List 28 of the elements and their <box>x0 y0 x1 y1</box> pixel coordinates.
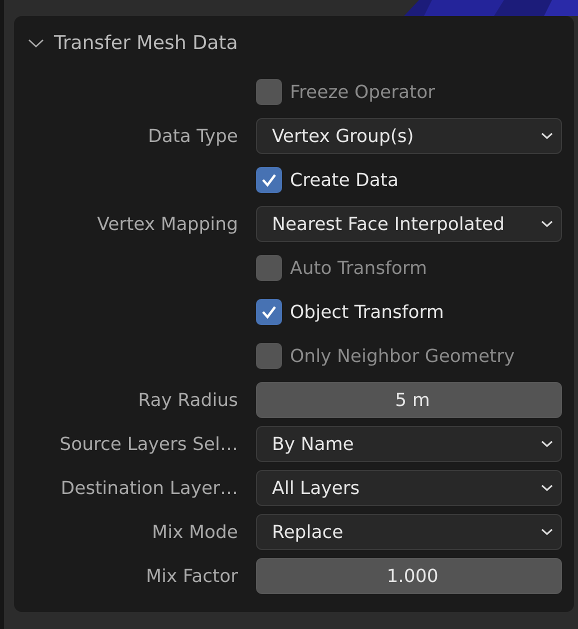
dropdown[interactable]: By Name <box>256 426 562 462</box>
chevron-down-icon <box>541 484 553 492</box>
field-label: Mix Mode <box>151 522 238 542</box>
dropdown[interactable]: Vertex Group(s) <box>256 118 562 154</box>
field-label: Mix Factor <box>144 566 238 586</box>
field-label: Vertex Mapping <box>96 214 238 234</box>
checkbox-label: Auto Transform <box>290 258 428 278</box>
number-field[interactable]: 5 m <box>256 382 562 418</box>
chevron-down-icon[interactable] <box>28 38 44 48</box>
dropdown[interactable]: All Layers <box>256 470 562 506</box>
panel-title: Transfer Mesh Data <box>54 32 238 54</box>
checkbox[interactable] <box>256 167 282 193</box>
checkbox-label: Freeze Operator <box>290 82 436 102</box>
field-label: Ray Radius <box>137 390 238 410</box>
chevron-down-icon <box>541 440 553 448</box>
field-label: Source Layers Sel… <box>58 434 238 454</box>
number-field[interactable]: 1.000 <box>256 558 562 594</box>
dropdown[interactable]: Replace <box>256 514 562 550</box>
chevron-down-icon <box>541 528 553 536</box>
chevron-down-icon <box>541 220 553 228</box>
checkbox-label: Object Transform <box>290 302 444 322</box>
checkbox-label: Only Neighbor Geometry <box>290 346 515 366</box>
field-label: Destination Layer… <box>60 478 238 498</box>
field-label: Data Type <box>146 126 238 146</box>
dropdown[interactable]: Nearest Face Interpolated <box>256 206 562 242</box>
checkbox[interactable] <box>256 299 282 325</box>
checkbox-label: Create Data <box>290 170 399 190</box>
chevron-down-icon <box>541 132 553 140</box>
